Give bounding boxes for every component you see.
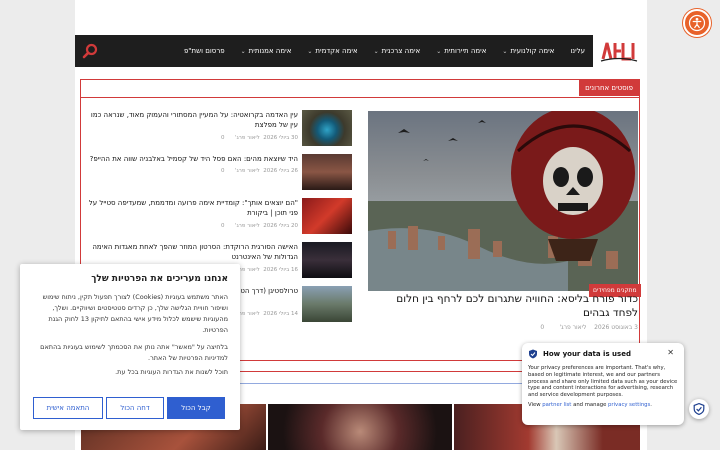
cookie-reject-button[interactable]: דחה הכול xyxy=(106,397,164,419)
privacy-header: How your data is used xyxy=(528,349,678,359)
chevron-down-icon: ⌄ xyxy=(307,47,313,55)
close-icon[interactable]: ✕ xyxy=(667,348,674,357)
site-logo[interactable] xyxy=(593,35,647,67)
privacy-link-prefix: View xyxy=(528,401,541,408)
post-title[interactable]: עין האדמה בקרואטיה: על המעיין המסתורי וה… xyxy=(86,110,298,130)
post-comments[interactable]: 0 xyxy=(221,135,225,141)
nav-item-label: אימה קולנועית xyxy=(510,47,555,55)
post-author[interactable]: ליאור פרג' xyxy=(235,135,260,141)
post-date: 20 ביולי 2026 xyxy=(263,223,298,229)
shield-check-icon xyxy=(693,403,705,415)
privacy-links: View partner list and manage privacy set… xyxy=(528,402,678,408)
featured-title[interactable]: כדור פורח בליסא: החוויה שתגרום לכם לרחף … xyxy=(368,292,638,320)
post-author[interactable]: ליאור פרג' xyxy=(235,223,260,229)
featured-image[interactable] xyxy=(368,111,638,291)
post-thumbnail[interactable] xyxy=(302,242,352,278)
chevron-down-icon: ⌄ xyxy=(240,47,246,55)
post-date: 26 ביולי 2026 xyxy=(263,168,298,174)
post-title[interactable]: "הם יוצאים אותך": קומדיית אימה פרועה ומד… xyxy=(86,198,298,218)
nav-item-label: אימה אקדמית xyxy=(315,47,358,55)
post-thumbnail[interactable] xyxy=(302,198,352,234)
featured-scene xyxy=(368,111,638,291)
cookie-title: אנחנו מעריכים את הפרטיות שלך xyxy=(91,274,228,284)
nav-item[interactable]: אימה אקדמית ⌄ xyxy=(299,47,365,55)
post-meta: 26 ביולי 2026 ליאור פרג' 0 xyxy=(86,168,298,174)
post-comments[interactable]: 0 xyxy=(221,223,225,229)
section-tab[interactable]: פוסטים אחרונים xyxy=(579,80,639,96)
nav-item[interactable]: אימה תיירותית ⌄ xyxy=(428,47,494,55)
chevron-down-icon: ⌄ xyxy=(502,47,508,55)
post-thumbnail[interactable] xyxy=(302,154,352,190)
privacy-settings-link[interactable]: privacy settings xyxy=(608,402,650,408)
main-navbar: עלינו אימה קולנועית ⌄ אימה תיירותית ⌄ אימה צר… xyxy=(75,35,647,67)
search-icon[interactable] xyxy=(82,43,98,59)
list-item[interactable]: היד שיוצאת מהים: האם פסל היד של קסמיל בא… xyxy=(86,154,352,190)
list-item[interactable]: עין האדמה בקרואטיה: על המעיין המסתורי וה… xyxy=(86,110,352,146)
cookie-accept-button[interactable]: קבל הכול xyxy=(167,397,225,419)
privacy-settings-button[interactable] xyxy=(689,399,709,419)
post-date: 30 ביולי 2026 xyxy=(263,135,298,141)
post-meta: 30 ביולי 2026 ליאור פרג' 0 xyxy=(86,135,298,141)
post-date: 16 ביולי 2026 xyxy=(263,267,298,273)
privacy-text: Your privacy preferences are important. … xyxy=(528,365,678,399)
nav-item-label: אימה אמנותית xyxy=(248,47,292,55)
nav-item-label: אימה תיירותית xyxy=(444,47,487,55)
cookie-customize-button[interactable]: התאמה אישית xyxy=(33,397,103,419)
grid-thumbnail[interactable] xyxy=(268,404,452,450)
cookie-body-settings: תוכל לשנות את הגדרות העוגיות בכל עת. xyxy=(115,368,228,376)
accessibility-button[interactable] xyxy=(683,9,711,37)
nav-item-label: עלינו xyxy=(570,47,585,55)
nav-menu: עלינו אימה קולנועית ⌄ אימה תיירותית ⌄ אימה צר… xyxy=(75,47,593,55)
cookie-consent-dialog: אנחנו מעריכים את הפרטיות שלך האתר משתמש … xyxy=(20,264,240,430)
nav-item[interactable]: אימה קולנועית ⌄ xyxy=(494,47,562,55)
post-title[interactable]: האישה הסורגית הרוקדת: הסרטון המוזר שהפך … xyxy=(86,242,298,262)
privacy-link-middle: and manage xyxy=(573,401,607,408)
cookie-buttons: התאמה אישית דחה הכול קבל הכול xyxy=(33,397,225,419)
post-thumbnail[interactable] xyxy=(302,110,352,146)
post-meta: 20 ביולי 2026 ליאור פרג' 0 xyxy=(86,223,298,229)
cookie-body: האתר משתמש בעוגיות (Cookies) לצורך תפעול… xyxy=(42,293,228,334)
chevron-down-icon: ⌄ xyxy=(373,47,379,55)
post-date: 14 ביולי 2026 xyxy=(263,311,298,317)
featured-comments[interactable]: 0 xyxy=(540,324,544,331)
nav-item[interactable]: עלינו xyxy=(562,47,593,55)
list-item[interactable]: "הם יוצאים אותך": קומדיית אימה פרועה ומד… xyxy=(86,198,352,234)
featured-date: 3 באוגוסט 2026 xyxy=(594,324,638,331)
nav-item[interactable]: פרסום ושת"פ xyxy=(176,47,233,55)
section-divider xyxy=(81,97,639,98)
shield-icon xyxy=(529,349,537,359)
post-comments[interactable]: 0 xyxy=(221,168,225,174)
logo-icon xyxy=(600,42,638,62)
post-author[interactable]: ליאור פרג' xyxy=(235,168,260,174)
featured-meta: 3 באוגוסט 2026 ליאור פרג' 0 xyxy=(368,324,638,331)
cookie-body-consent: בלחיצה על "מאשר" אתה נותן את הסכמתך לשימ… xyxy=(40,343,228,362)
nav-item[interactable]: אימה אמנותית ⌄ xyxy=(233,47,300,55)
privacy-title: How your data is used xyxy=(543,350,631,358)
accessibility-icon xyxy=(688,14,706,32)
featured-author[interactable]: ליאור פרג' xyxy=(559,324,586,331)
chevron-down-icon: ⌄ xyxy=(436,47,442,55)
post-title[interactable]: היד שיוצאת מהים: האם פסל היד של קסמיל בא… xyxy=(86,154,298,164)
privacy-link-suffix: . xyxy=(650,401,652,408)
nav-item-label: פרסום ושת"פ xyxy=(183,47,225,55)
partner-list-link[interactable]: partner list xyxy=(542,402,571,408)
nav-item[interactable]: אימה צרכנית ⌄ xyxy=(366,47,429,55)
nav-item-label: אימה צרכנית xyxy=(381,47,421,55)
privacy-notice-popup: How your data is used ✕ Your privacy pre… xyxy=(522,343,684,425)
post-thumbnail[interactable] xyxy=(302,286,352,322)
